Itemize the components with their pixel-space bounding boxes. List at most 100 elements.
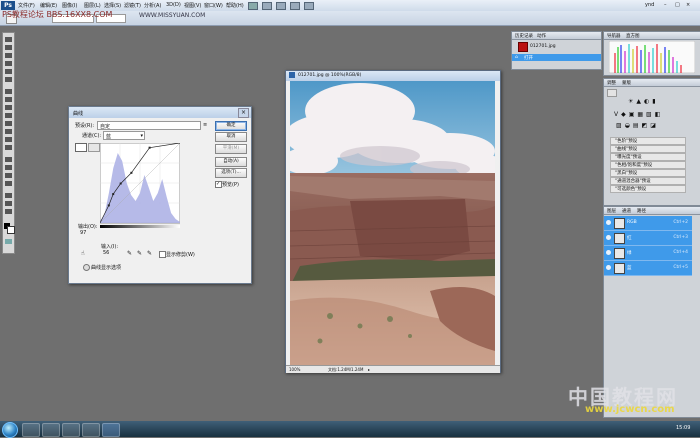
brush-tool-icon[interactable] bbox=[5, 97, 12, 102]
taskbar-photoshop-icon[interactable] bbox=[102, 423, 120, 437]
white-point-eyedropper-icon[interactable]: ✎ bbox=[147, 250, 152, 257]
preset-hue-saturation[interactable]: "色相/饱和度"预设 bbox=[610, 161, 686, 169]
eyedropper-tool-icon[interactable] bbox=[5, 77, 12, 82]
preset-levels[interactable]: "色阶"预设 bbox=[610, 137, 686, 145]
shape-tool-icon[interactable] bbox=[5, 181, 12, 186]
curve-point-mode-icon[interactable] bbox=[75, 143, 87, 152]
menu-image[interactable]: 图像(I) bbox=[62, 2, 77, 9]
pen-tool-icon[interactable] bbox=[5, 157, 12, 162]
lasso-tool-icon[interactable] bbox=[5, 53, 12, 58]
gray-point-eyedropper-icon[interactable]: ✎ bbox=[137, 250, 142, 257]
channel-row-blue[interactable]: 蓝 Ctrl+5 bbox=[604, 261, 692, 276]
menu-filter[interactable]: 滤镜(T) bbox=[124, 2, 141, 9]
clone-stamp-tool-icon[interactable] bbox=[5, 105, 12, 110]
quick-mask-icon[interactable] bbox=[5, 239, 12, 244]
blur-tool-icon[interactable] bbox=[5, 137, 12, 142]
history-brush-tool-icon[interactable] bbox=[5, 113, 12, 118]
menu-window[interactable]: 窗口(W) bbox=[204, 2, 223, 9]
start-button-icon[interactable] bbox=[2, 422, 18, 438]
tab-history[interactable]: 历史记录 bbox=[515, 33, 533, 39]
gradient-tool-icon[interactable] bbox=[5, 129, 12, 134]
document-size[interactable]: 文档:1.24M/1.24M bbox=[328, 367, 363, 373]
channel-row-green[interactable]: 绿 Ctrl+4 bbox=[604, 246, 692, 261]
curve-point[interactable] bbox=[130, 171, 133, 174]
eraser-tool-icon[interactable] bbox=[5, 121, 12, 126]
tab-navigator[interactable]: 导航器 bbox=[607, 33, 621, 39]
output-value[interactable]: 97 bbox=[80, 230, 86, 236]
background-color-swatch[interactable] bbox=[7, 226, 15, 234]
snapshot-name[interactable]: 012701.jpg bbox=[530, 44, 556, 49]
tab-actions[interactable]: 动作 bbox=[537, 33, 546, 39]
preset-exposure[interactable]: "曝光度"预设 bbox=[610, 153, 686, 161]
taskbar-ie-icon[interactable] bbox=[22, 423, 40, 437]
adjustment-icons-row-3[interactable]: ▨◒▤◩◪ bbox=[616, 122, 692, 129]
tab-masks[interactable]: 蒙版 bbox=[622, 80, 631, 86]
curve-point[interactable] bbox=[119, 182, 122, 185]
maximize-icon[interactable]: □ bbox=[675, 2, 680, 8]
channel-row-rgb[interactable]: RGB Ctrl+2 bbox=[604, 216, 692, 231]
smooth-button[interactable]: 平滑(M) bbox=[215, 144, 247, 154]
type-tool-icon[interactable] bbox=[5, 165, 12, 170]
eye-icon[interactable] bbox=[606, 250, 611, 255]
adjustment-icons-row-1[interactable]: ☀▲◐▮ bbox=[628, 98, 686, 105]
bridge-icon[interactable] bbox=[248, 2, 258, 10]
menu-edit[interactable]: 编辑(E) bbox=[40, 2, 57, 9]
preset-black-white[interactable]: "黑白"预设 bbox=[610, 169, 686, 177]
screen-mode-icon[interactable] bbox=[304, 2, 314, 10]
adjustment-icons-row-2[interactable]: V◆▣▦▧◧ bbox=[614, 111, 690, 118]
move-tool-icon[interactable] bbox=[5, 37, 12, 42]
taskbar-media-icon[interactable] bbox=[62, 423, 80, 437]
curve-point[interactable] bbox=[112, 193, 115, 196]
snapshot-thumbnail[interactable] bbox=[518, 42, 528, 52]
preset-options-icon[interactable]: ≡ bbox=[203, 122, 207, 128]
zoom-level[interactable]: 100% bbox=[289, 367, 300, 372]
menu-select[interactable]: 选择(S) bbox=[104, 2, 121, 9]
view-extras-icon[interactable] bbox=[276, 2, 286, 10]
tab-layers[interactable]: 图层 bbox=[607, 208, 616, 214]
taskbar-app-icon[interactable] bbox=[82, 423, 100, 437]
menu-analysis[interactable]: 分析(A) bbox=[144, 2, 161, 9]
tab-channels[interactable]: 通道 bbox=[622, 208, 631, 214]
eye-icon[interactable] bbox=[606, 220, 611, 225]
minibridge-icon[interactable] bbox=[262, 2, 272, 10]
clock[interactable]: 15:09 bbox=[676, 425, 690, 431]
auto-button[interactable]: 自动(A) bbox=[215, 157, 247, 167]
document-titlebar[interactable]: 012701.jpg @ 100%(RGB/8) bbox=[286, 71, 500, 81]
3d-rotate-tool-icon[interactable] bbox=[5, 193, 12, 198]
options-button[interactable]: 选项(T)... bbox=[215, 168, 247, 178]
zoom-tool-icon[interactable] bbox=[5, 209, 12, 214]
target-adjust-icon[interactable]: ☝ bbox=[81, 250, 85, 257]
menu-help[interactable]: 帮助(H) bbox=[226, 2, 244, 9]
dodge-tool-icon[interactable] bbox=[5, 145, 12, 150]
status-arrow-icon[interactable]: ▸ bbox=[368, 367, 370, 372]
close-icon[interactable]: × bbox=[238, 108, 249, 118]
ok-button[interactable]: 确定 bbox=[215, 121, 247, 131]
preset-dropdown[interactable]: 自定 bbox=[97, 121, 201, 130]
curves-dialog-titlebar[interactable]: 曲线 × bbox=[69, 107, 251, 118]
curve-graph[interactable] bbox=[100, 143, 180, 229]
quick-select-tool-icon[interactable] bbox=[5, 61, 12, 66]
channel-row-red[interactable]: 红 Ctrl+3 bbox=[604, 231, 692, 246]
healing-brush-tool-icon[interactable] bbox=[5, 89, 12, 94]
history-item-open[interactable]: ⌂ 打开 bbox=[512, 54, 601, 61]
eye-icon[interactable] bbox=[606, 265, 611, 270]
arrange-documents-icon[interactable] bbox=[290, 2, 300, 10]
close-icon[interactable]: × bbox=[686, 2, 690, 8]
minimize-icon[interactable]: – bbox=[664, 2, 667, 8]
channel-dropdown[interactable]: 蓝 ▾ bbox=[103, 131, 145, 140]
path-select-tool-icon[interactable] bbox=[5, 173, 12, 178]
preset-curves[interactable]: "曲线"预设 bbox=[610, 145, 686, 153]
tab-paths[interactable]: 路径 bbox=[637, 208, 646, 214]
menu-file[interactable]: 文件(F) bbox=[18, 2, 35, 9]
cancel-button[interactable]: 取消 bbox=[215, 132, 247, 142]
tab-adjustments[interactable]: 调整 bbox=[607, 80, 616, 86]
preset-selective-color[interactable]: "可选颜色"预设 bbox=[610, 185, 686, 193]
menu-view[interactable]: 视图(V) bbox=[184, 2, 201, 9]
workspace-switcher[interactable]: ynd bbox=[645, 2, 654, 8]
tab-histogram[interactable]: 直方图 bbox=[626, 33, 640, 39]
input-value[interactable]: 56 bbox=[103, 250, 109, 256]
eye-icon[interactable] bbox=[606, 235, 611, 240]
preview-checkbox[interactable]: ✓ bbox=[215, 181, 222, 188]
black-point-eyedropper-icon[interactable]: ✎ bbox=[127, 250, 132, 257]
hand-tool-icon[interactable] bbox=[5, 201, 12, 206]
